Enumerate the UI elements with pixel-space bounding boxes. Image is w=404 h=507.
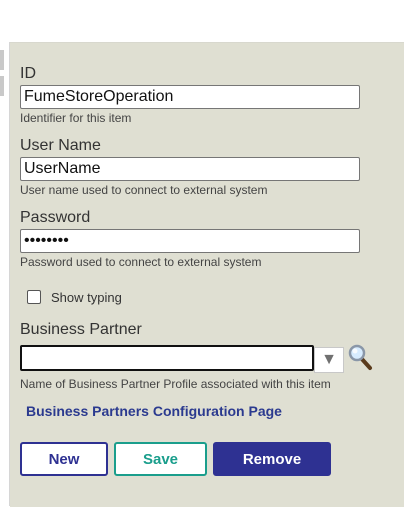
id-label: ID — [20, 65, 36, 82]
user-name-label: User Name — [20, 137, 101, 154]
sidebar-tab[interactable] — [0, 76, 4, 96]
magnifier-search-icon[interactable] — [346, 343, 374, 371]
user-name-help-text: User name used to connect to external sy… — [20, 183, 268, 197]
left-sidebar-strip — [0, 42, 10, 506]
business-partner-help-text: Name of Business Partner Profile associa… — [20, 377, 331, 391]
save-button[interactable]: Save — [114, 442, 207, 476]
id-input[interactable] — [20, 85, 360, 109]
show-typing-label: Show typing — [51, 290, 122, 305]
password-label: Password — [20, 209, 91, 226]
show-typing-checkbox[interactable] — [27, 290, 41, 304]
remove-button[interactable]: Remove — [213, 442, 331, 476]
business-partner-select[interactable] — [20, 345, 314, 371]
business-partners-config-link[interactable]: Business Partners Configuration Page — [26, 403, 282, 419]
id-help-text: Identifier for this item — [20, 111, 132, 125]
new-button[interactable]: New — [20, 442, 108, 476]
dropdown-arrow-icon[interactable]: ▼ — [314, 347, 344, 373]
properties-panel: ID Identifier for this item User Name Us… — [10, 42, 404, 507]
password-input[interactable] — [20, 229, 360, 253]
business-partner-label: Business Partner — [20, 321, 142, 338]
user-name-input[interactable] — [20, 157, 360, 181]
sidebar-tab[interactable] — [0, 50, 4, 70]
password-help-text: Password used to connect to external sys… — [20, 255, 262, 269]
